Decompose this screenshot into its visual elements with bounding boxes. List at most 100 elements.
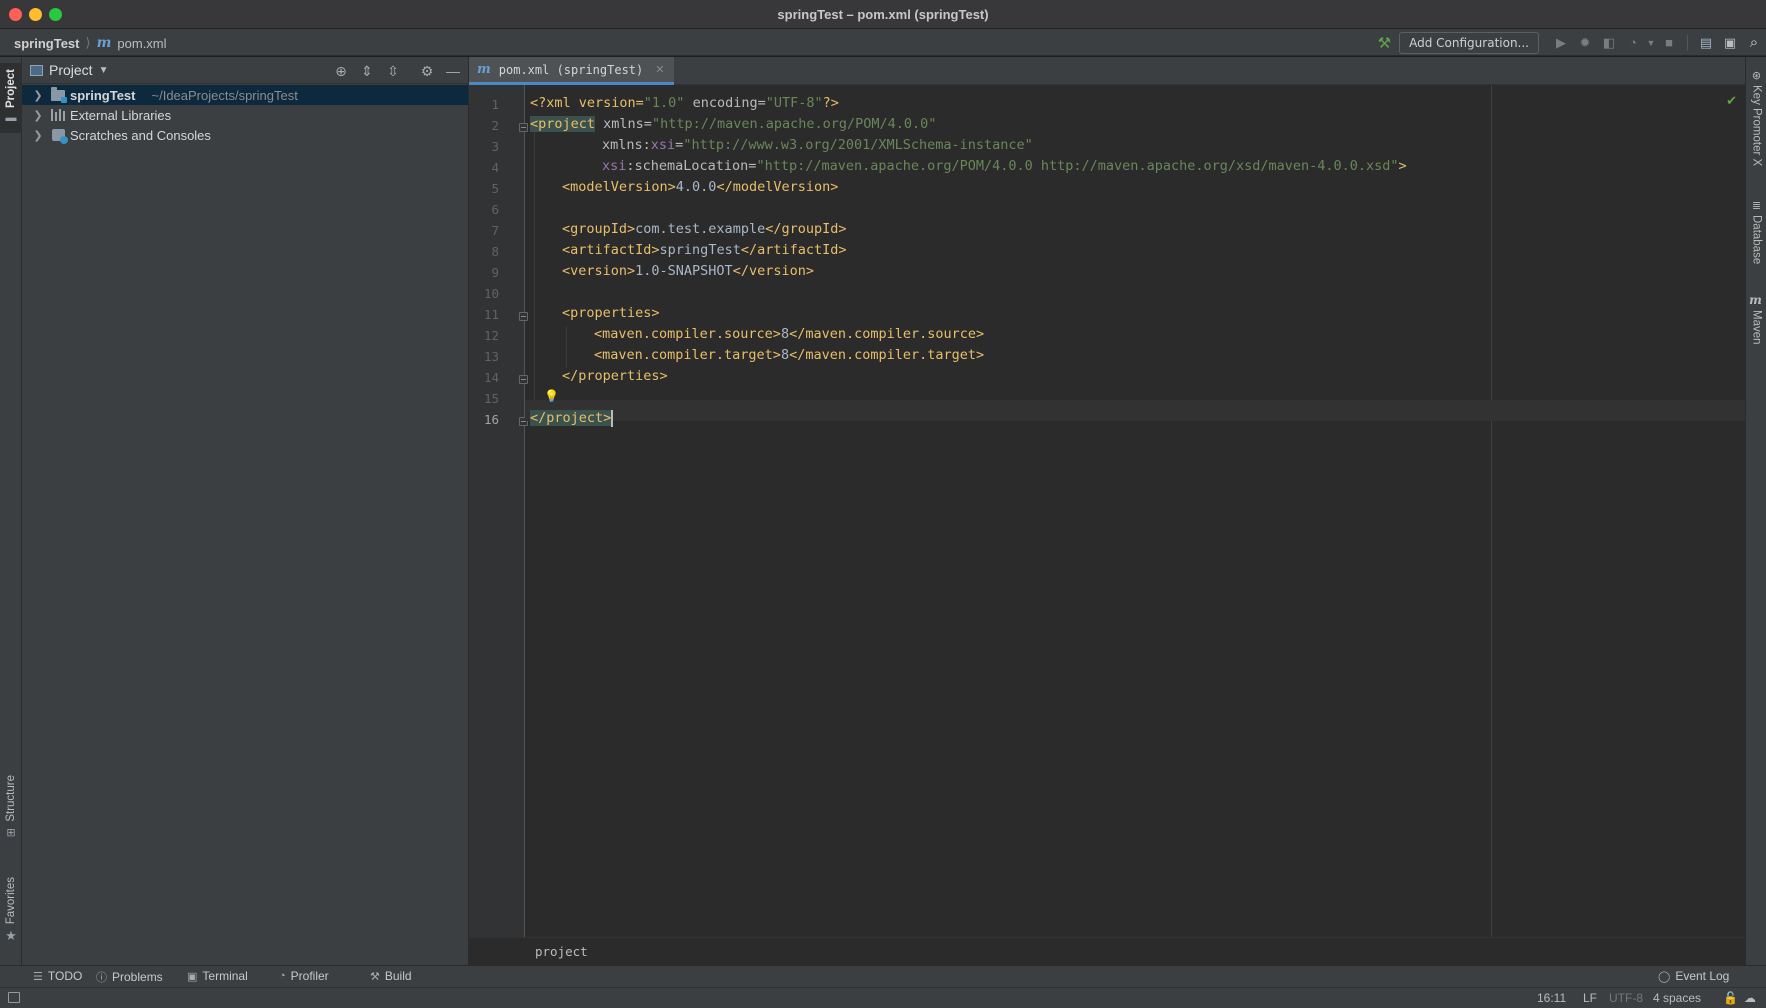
token: 8 (780, 347, 790, 363)
file-encoding[interactable]: UTF-8 (1609, 991, 1643, 1005)
tree-item-scratches[interactable]: ❯ Scratches and Consoles (22, 125, 468, 145)
run-icon[interactable]: ▶ (1549, 32, 1573, 54)
coverage-icon[interactable]: ◧ (1597, 32, 1621, 54)
token: com.test.example (635, 221, 766, 237)
chevron-right-icon[interactable]: ❯ (30, 129, 46, 142)
locate-target-icon[interactable]: ⊕ (330, 60, 352, 82)
tool-tab-favorites[interactable]: Favorites ★ (0, 877, 22, 944)
add-configuration-button[interactable]: Add Configuration... (1399, 31, 1539, 54)
hammer-icon: ⚒ (370, 970, 380, 983)
tree-item-external-libraries[interactable]: ❯ External Libraries (22, 105, 468, 125)
hide-panel-icon[interactable]: — (442, 60, 464, 82)
line-number: 1 (491, 97, 499, 112)
build-hammer-icon[interactable]: ⚒ (1378, 34, 1391, 52)
collapse-all-icon[interactable]: ⇳ (382, 60, 404, 82)
breadcrumb-project[interactable]: springTest (14, 36, 80, 51)
breadcrumb-separator: ⟩ (85, 35, 91, 50)
tab-pom-xml[interactable]: m pom.xml (springTest) ✕ (469, 57, 675, 85)
line-number-current: 16 (483, 412, 499, 427)
caret-position[interactable]: 16:11 (1537, 991, 1566, 1005)
expand-all-icon[interactable]: ⇕ (356, 60, 378, 82)
token: :schemaLocation= (626, 158, 757, 174)
lock-icon[interactable]: 🔓 (1723, 991, 1738, 1005)
check-icon[interactable]: ✔ (1726, 93, 1737, 109)
token: encoding= (684, 95, 766, 111)
token: <maven.compiler.target> (594, 347, 781, 363)
notifications-icon[interactable]: ☁ (1744, 991, 1756, 1005)
token: </maven.compiler.target> (789, 347, 985, 363)
tool-tab-maven[interactable]: m Maven (1746, 293, 1766, 345)
project-structure-icon[interactable]: ▤ (1694, 32, 1718, 54)
tool-windows-toggle-icon[interactable] (8, 992, 20, 1003)
line-separator[interactable]: LF (1583, 991, 1597, 1005)
tool-button-build[interactable]: ⚒ Build (370, 969, 412, 983)
code-line-14: </properties> (562, 366, 668, 387)
token: </artifactId> (740, 242, 847, 258)
fold-marker[interactable] (519, 123, 528, 132)
scratches-icon (50, 128, 68, 144)
tool-tab-maven-label: Maven (1750, 310, 1763, 345)
token: xmlns= (595, 116, 652, 132)
token: <version> (562, 263, 636, 279)
profile-icon[interactable]: ◔ (1621, 32, 1645, 54)
tool-tab-favorites-label: Favorites (5, 877, 17, 925)
tool-button-terminal[interactable]: ▣ Terminal (187, 969, 248, 983)
token: "http://www.w3.org/2001/XMLSchema-instan… (683, 137, 1033, 153)
line-number: 14 (483, 370, 499, 385)
project-panel-header: Project ▼ ⊕ ⇕ ⇳ ⚙ — (22, 57, 468, 84)
indent-setting[interactable]: 4 spaces (1653, 991, 1701, 1005)
fold-marker[interactable] (519, 375, 528, 384)
editor-breadcrumb-item[interactable]: project (535, 944, 588, 959)
token: </project> (530, 410, 612, 426)
line-number: 13 (483, 349, 499, 364)
left-tool-strip: Project ▬ Structure ⊞ Favorites ★ (0, 57, 22, 965)
token: </modelVersion> (716, 179, 839, 195)
current-line-highlight (525, 400, 1745, 421)
token: "http://maven.apache.org/POM/4.0.0" (651, 116, 937, 132)
line-number: 10 (483, 286, 499, 301)
token: 1.0-SNAPSHOT (635, 263, 733, 279)
line-number: 8 (491, 244, 499, 259)
search-icon[interactable]: ⌕ (1742, 32, 1766, 54)
toolbar-divider (1687, 34, 1688, 51)
stop-icon[interactable]: ■ (1657, 32, 1681, 54)
fold-marker[interactable] (519, 312, 528, 321)
code-line-13: <maven.compiler.target>8</maven.compiler… (594, 345, 984, 366)
terminal-window-icon[interactable]: ▣ (1718, 32, 1742, 54)
tool-tab-structure[interactable]: Structure ⊞ (0, 775, 22, 839)
tool-tab-database[interactable]: ≣ Database (1746, 199, 1766, 264)
tool-button-label: Build (384, 969, 412, 983)
token: </maven.compiler.source> (789, 326, 985, 342)
line-number: 9 (491, 265, 499, 280)
run-toolbar: ⚒ Add Configuration... ▶ ✹ ◧ ◔ ▼ ■ ▤ ▣ ⌕ (1378, 31, 1766, 54)
tool-button-problems[interactable]: ⓘ Problems (96, 969, 163, 985)
tool-button-todo[interactable]: ☰ TODO (33, 969, 82, 983)
code-editor[interactable]: <?xml version="1.0" encoding="UTF-8"?> <… (525, 85, 1745, 937)
code-line-12: <maven.compiler.source>8</maven.compiler… (594, 324, 984, 345)
code-line-11: <properties> (562, 303, 660, 324)
line-number: 5 (491, 181, 499, 196)
chevron-right-icon[interactable]: ❯ (30, 89, 46, 102)
more-run-chevron-down-icon[interactable]: ▼ (1645, 32, 1657, 54)
chevron-right-icon[interactable]: ❯ (30, 109, 46, 122)
lightbulb-icon[interactable]: 💡 (544, 389, 559, 403)
code-line-5: <modelVersion>4.0.0</modelVersion> (562, 177, 838, 198)
token: xsi (602, 158, 627, 174)
tool-button-label: Terminal (202, 969, 248, 983)
project-view-selector[interactable]: Project ▼ (30, 62, 108, 78)
debug-icon[interactable]: ✹ (1573, 32, 1597, 54)
info-icon: ⓘ (96, 972, 107, 984)
gear-icon[interactable]: ⚙ (416, 60, 438, 82)
tool-tab-project[interactable]: Project ▬ (0, 63, 22, 133)
code-line-2: <project xmlns="http://maven.apache.org/… (530, 114, 936, 135)
tool-button-event-log[interactable]: ◯ Event Log (1658, 969, 1729, 983)
close-tab-icon[interactable]: ✕ (655, 63, 664, 76)
speech-bubble-icon: ◯ (1658, 970, 1671, 983)
tool-tab-key-promoter[interactable]: ⊛ Key Promoter X (1746, 69, 1766, 166)
tool-button-profiler[interactable]: ◔ Profiler (279, 969, 329, 983)
breadcrumb-file[interactable]: pom.xml (117, 36, 166, 51)
window-title: springTest – pom.xml (springTest) (777, 7, 989, 22)
line-number: 7 (491, 223, 499, 238)
tree-item-springtest[interactable]: ❯ springTest ~/IdeaProjects/springTest (22, 85, 468, 105)
editor-area: m pom.xml (springTest) ✕ 1 2 3 4 5 6 7 8… (469, 57, 1745, 965)
